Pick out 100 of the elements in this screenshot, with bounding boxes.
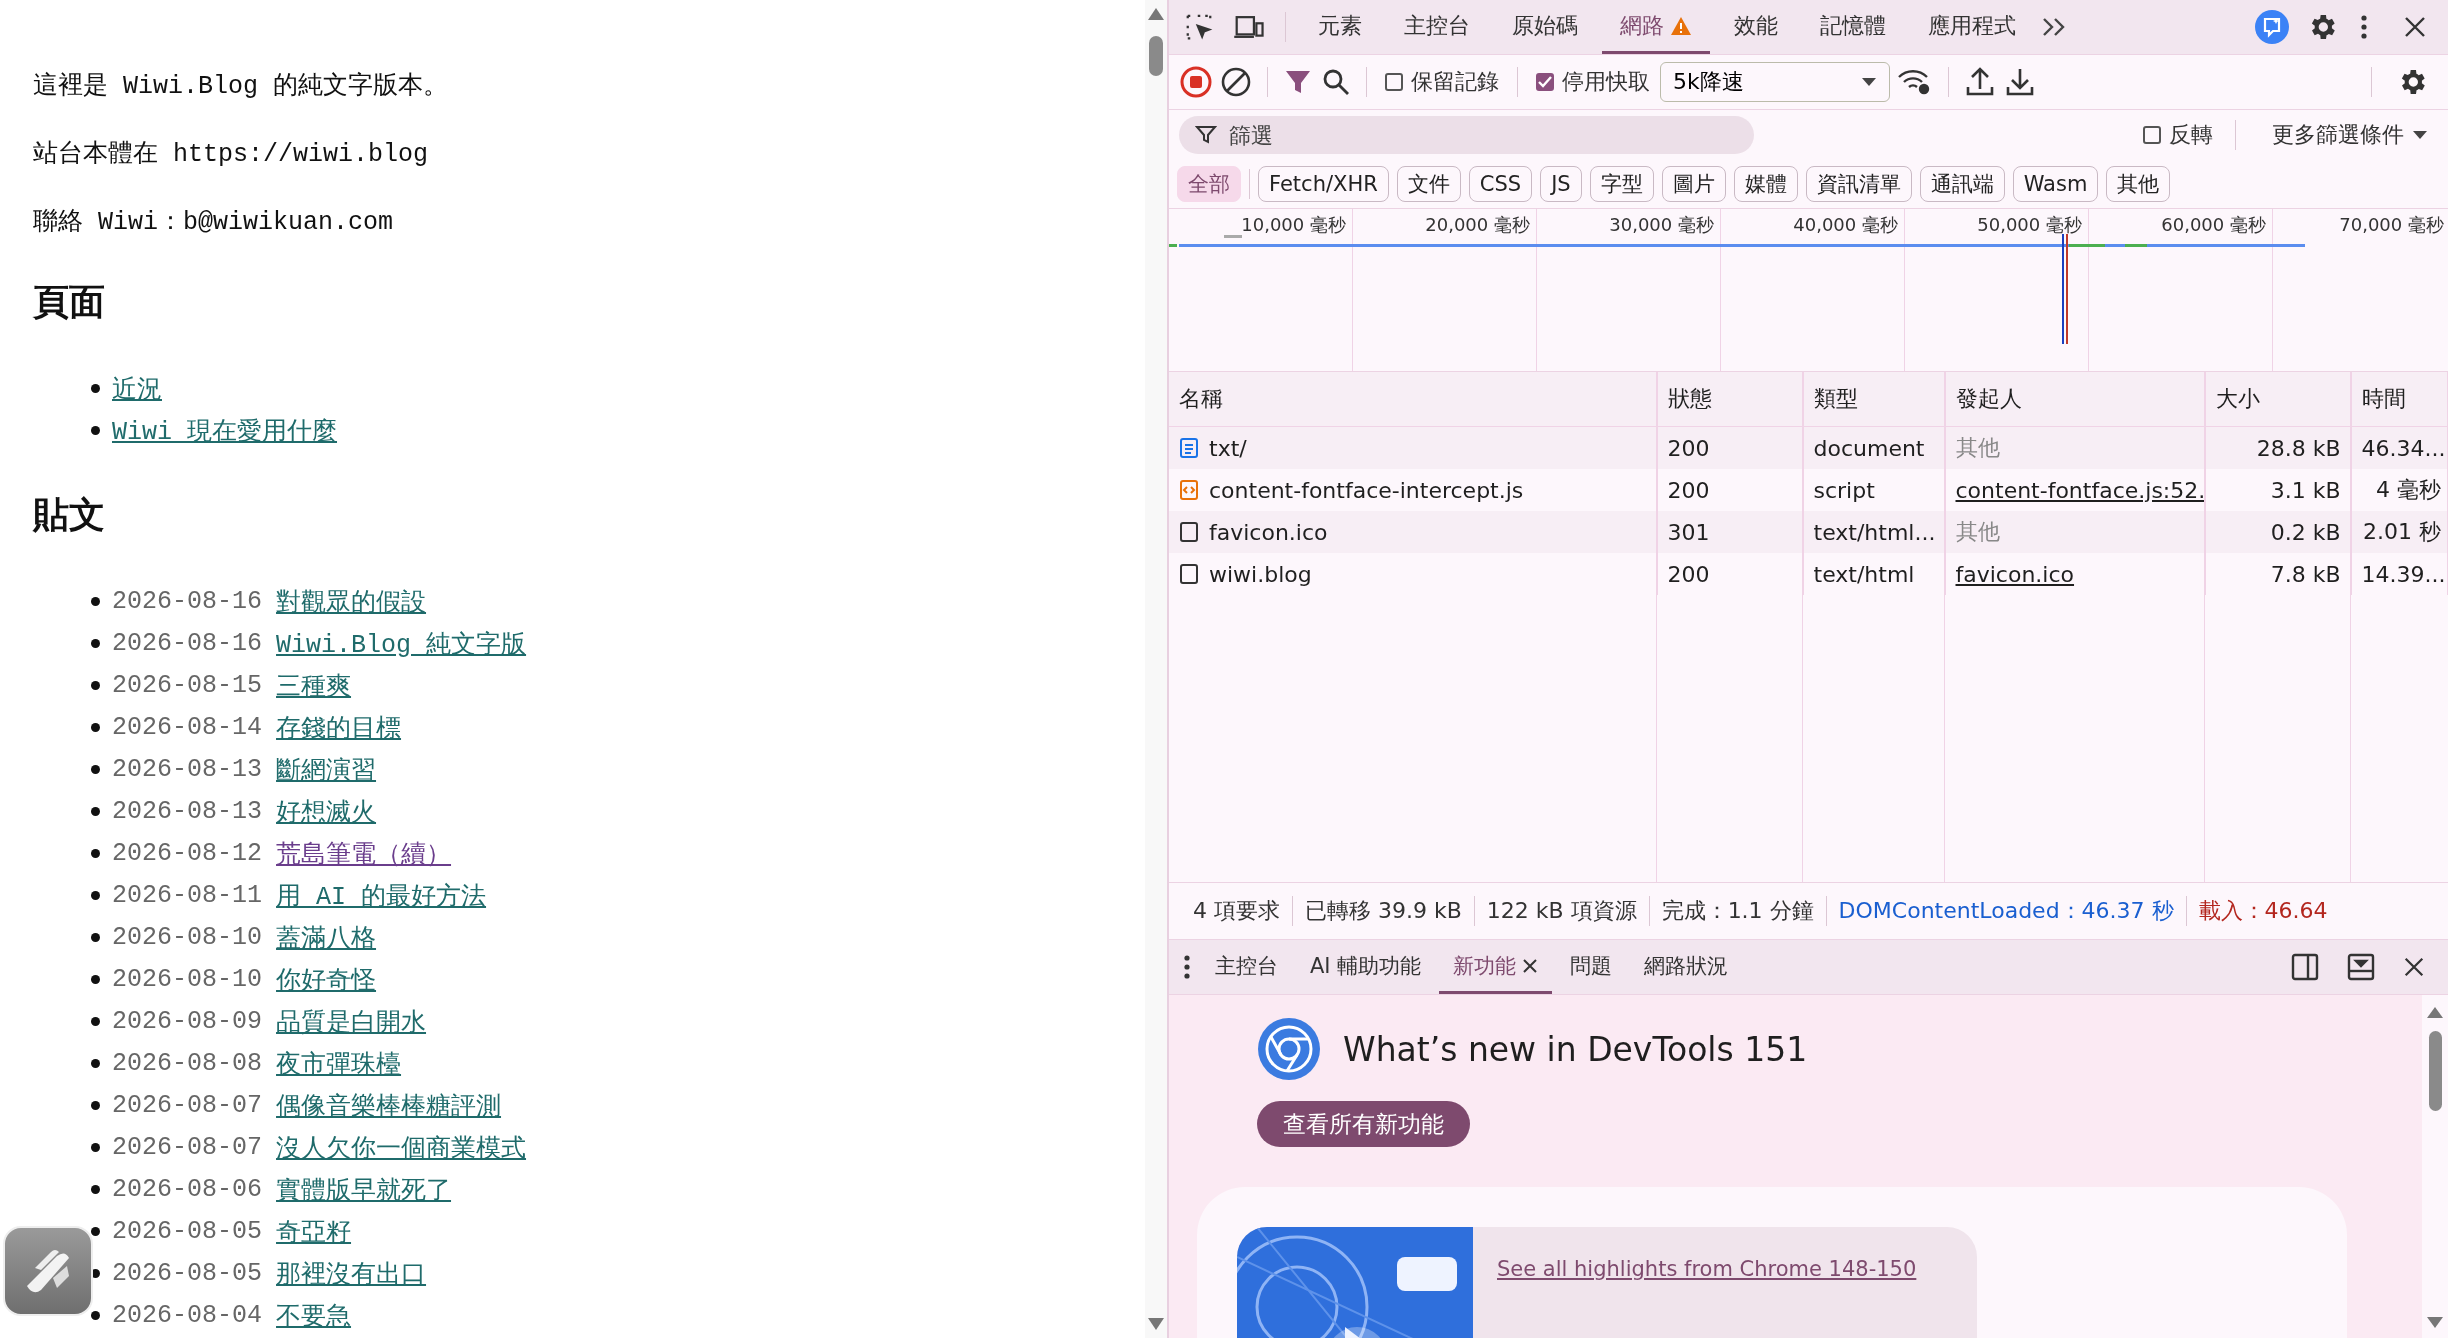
post-link[interactable]: 實體版早就死了 [276, 1172, 452, 1206]
initiator-link[interactable]: content-fontface.js:52. [1955, 477, 2204, 503]
table-cell: 0.2 kB [2205, 511, 2351, 553]
see-all-features-button[interactable]: 查看所有新功能 [1257, 1101, 1470, 1147]
drawer-tab[interactable]: 主控台 [1201, 940, 1292, 994]
table-cell: 301 [1657, 511, 1803, 553]
disable-cache-checkbox[interactable]: 停用快取 [1532, 67, 1654, 97]
scroll-down-icon[interactable] [2427, 1317, 2443, 1328]
column-header[interactable]: 類型 [1803, 372, 1945, 427]
scrollbar-thumb[interactable] [2429, 1031, 2442, 1111]
close-tab-icon[interactable] [1522, 957, 1539, 974]
drawer-tab[interactable]: AI 輔助功能 [1296, 940, 1436, 994]
invert-checkbox[interactable]: 反轉 [2139, 120, 2217, 150]
column-header[interactable]: 發起人 [1945, 372, 2205, 427]
summary-text: 4 項要求 [1181, 896, 1293, 926]
post-date: 2026-08-07 [112, 1090, 263, 1120]
post-date: 2026-08-14 [112, 712, 263, 742]
post-link[interactable]: 蓋滿八格 [276, 920, 377, 954]
preserve-log-checkbox[interactable]: 保留記錄 [1381, 67, 1503, 97]
bullet-icon [91, 426, 100, 435]
post-link[interactable]: 品質是白開水 [276, 1004, 427, 1038]
dock-side-icon[interactable] [2290, 952, 2320, 982]
panel-tab[interactable]: 效能 [1716, 0, 1796, 54]
panel-tab[interactable]: 網路 [1602, 0, 1710, 54]
type-filter-chip[interactable]: 字型 [1589, 166, 1654, 202]
ai-assistant-icon[interactable] [2254, 9, 2290, 45]
post-link[interactable]: 好想滅火 [276, 794, 377, 828]
more-filters-dropdown[interactable]: 更多篩選條件 [2268, 120, 2432, 150]
panel-tab[interactable]: 記憶體 [1802, 0, 1904, 54]
type-filter-chip[interactable]: 其他 [2106, 166, 2171, 202]
bullet-icon [91, 891, 100, 900]
panel-tab[interactable]: 原始碼 [1494, 0, 1596, 54]
drawer-tab[interactable]: 問題 [1556, 940, 1627, 994]
post-link[interactable]: 奇亞籽 [276, 1214, 352, 1248]
bullet-icon [91, 1311, 100, 1320]
type-filter-chip[interactable]: Fetch/XHR [1258, 166, 1389, 202]
post-link[interactable]: 你好奇怪 [276, 962, 377, 996]
type-filter-chip[interactable]: 通訊端 [1919, 166, 2005, 202]
post-link[interactable]: 斷網演習 [276, 752, 377, 786]
table-cell: 14.39... [2351, 553, 2448, 595]
type-filter-chip[interactable]: CSS [1468, 166, 1533, 202]
request-name[interactable]: txt/ [1209, 435, 1247, 461]
file-icon [1179, 521, 1199, 543]
close-drawer-icon[interactable] [2402, 955, 2426, 979]
summary-text: 載入：46.64 [2197, 897, 2329, 925]
column-header[interactable]: 時間 [2351, 372, 2448, 427]
post-date: 2026-08-05 [112, 1258, 263, 1288]
post-link[interactable]: 那裡沒有出口 [276, 1256, 427, 1290]
panel-tab[interactable]: 應用程式 [1910, 0, 2034, 54]
request-name[interactable]: wiwi.blog [1209, 561, 1312, 587]
drawer-tab[interactable]: 網路狀況 [1630, 940, 1743, 994]
column-header[interactable]: 大小 [2205, 372, 2351, 427]
post-link[interactable]: Wiwi.Blog 純文字版 [276, 626, 527, 660]
bullet-icon [91, 1143, 100, 1152]
table-cell: 其他 [1955, 435, 2000, 460]
scroll-up-icon[interactable] [2427, 1007, 2443, 1018]
request-name[interactable]: favicon.ico [1209, 519, 1328, 545]
post-link[interactable]: 三種爽 [276, 668, 352, 702]
dock-bottom-icon[interactable] [2346, 952, 2376, 982]
post-link[interactable]: 不要急 [276, 1298, 352, 1332]
filter-field[interactable]: 篩選 [1179, 116, 1754, 154]
panel-tab[interactable]: 主控台 [1386, 0, 1488, 54]
type-filter-chip[interactable]: 圖片 [1661, 166, 1726, 202]
scrollbar[interactable] [1145, 0, 1167, 1338]
bullet-icon [91, 597, 100, 606]
post-date: 2026-08-13 [112, 796, 263, 826]
app-launcher-icon[interactable] [3, 1226, 93, 1316]
table-cell: 46.34... [2351, 426, 2448, 469]
stop-recording-icon[interactable] [1179, 65, 1213, 99]
request-name[interactable]: content-fontface-intercept.js [1209, 477, 1524, 503]
scrollbar-thumb[interactable] [1149, 36, 1163, 76]
table-cell: text/html... [1803, 511, 1945, 553]
panel-tab[interactable]: 元素 [1300, 0, 1380, 54]
post-link[interactable]: Wiwi 現在愛用什麼 [112, 413, 337, 447]
type-filter-chip[interactable]: Wasm [2012, 166, 2099, 202]
post-link[interactable]: 近況 [112, 371, 162, 405]
post-link[interactable]: 對觀眾的假設 [276, 584, 427, 618]
post-link[interactable]: 荒島筆電（續） [276, 836, 452, 870]
initiator-link[interactable]: favicon.ico [1955, 561, 2075, 587]
table-cell: 其他 [1955, 519, 2000, 544]
post-link[interactable]: 沒人欠你一個商業模式 [276, 1130, 527, 1164]
type-filter-chip[interactable]: 文件 [1396, 166, 1461, 202]
summary-text: 完成：1.1 分鐘 [1649, 896, 1827, 926]
type-filter-chip[interactable]: 媒體 [1733, 166, 1798, 202]
post-link[interactable]: 偶像音樂棒棒糖評測 [276, 1088, 502, 1122]
type-filter-chip[interactable]: 資訊清單 [1805, 166, 1912, 202]
type-filter-chip[interactable]: 全部 [1177, 166, 1241, 202]
throttling-dropdown[interactable]: 5k降速 [1660, 62, 1890, 102]
post-link[interactable]: 存錢的目標 [276, 710, 402, 744]
post-link[interactable]: 夜市彈珠檯 [276, 1046, 402, 1080]
column-header[interactable]: 名稱 [1169, 372, 1657, 427]
column-header[interactable]: 狀態 [1657, 372, 1803, 427]
clear-icon[interactable] [1219, 65, 1253, 99]
devtools-logo-icon [1257, 1017, 1321, 1081]
post-date: 2026-08-05 [112, 1216, 263, 1246]
intro-text: 站台本體在 https://wiwi.blog [33, 140, 430, 170]
scrollbar[interactable] [2422, 995, 2448, 1338]
type-filter-chip[interactable]: JS [1540, 166, 1582, 202]
post-link[interactable]: 用 AI 的最好方法 [276, 878, 487, 912]
bullet-icon [91, 933, 100, 942]
